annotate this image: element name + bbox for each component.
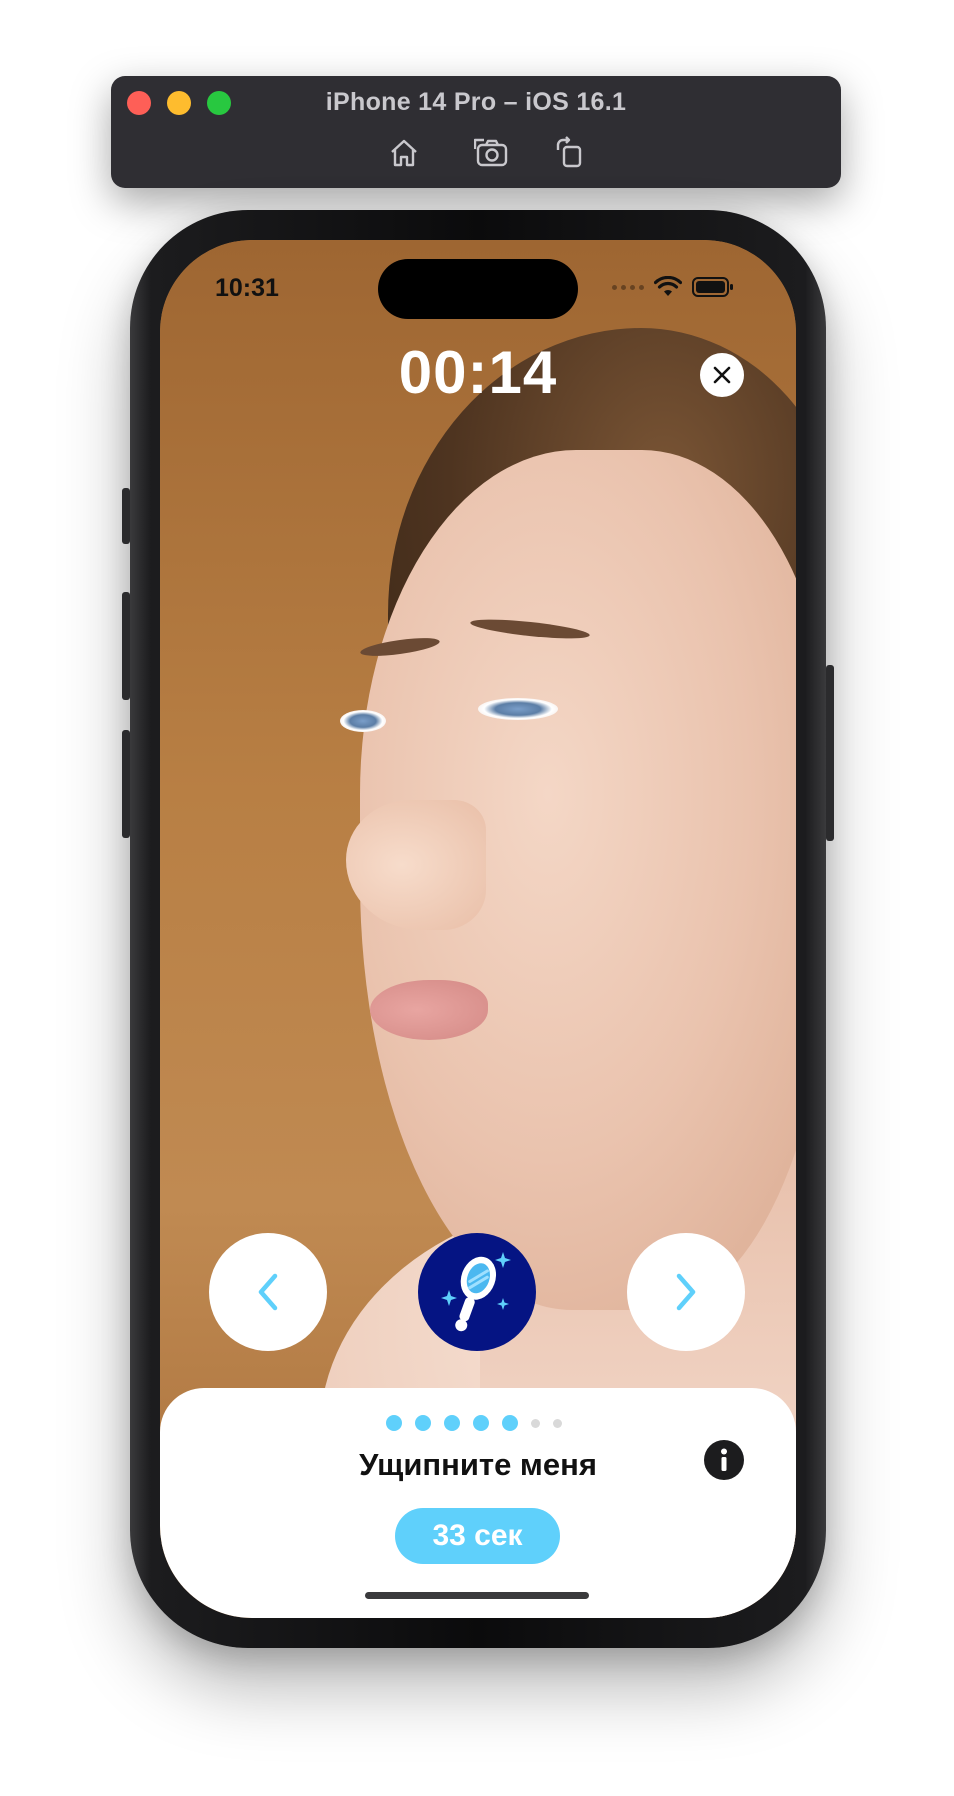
info-icon: [721, 1448, 727, 1471]
next-exercise-button[interactable]: [627, 1233, 745, 1351]
duration-badge: 33 сек: [395, 1508, 560, 1564]
progress-dots: [386, 1415, 562, 1431]
progress-dot: [531, 1418, 540, 1428]
mute-switch: [122, 488, 130, 544]
close-icon: [713, 366, 731, 384]
progress-dot: [415, 1415, 431, 1431]
home-indicator[interactable]: [365, 1592, 589, 1599]
info-button[interactable]: [704, 1440, 744, 1480]
dynamic-island: [378, 259, 578, 319]
cellular-signal-icon: [612, 284, 644, 290]
photo-eye-left: [340, 710, 386, 732]
exercise-badge: [418, 1233, 536, 1351]
volume-down-button: [122, 730, 130, 838]
power-button: [826, 665, 834, 841]
simulator-stage: iPhone 14 Pro – iOS 16.1 10:31 00:14 Ущи…: [0, 0, 954, 1796]
chevron-left-icon: [258, 1273, 278, 1311]
status-icons: [612, 276, 734, 298]
battery-icon: [692, 277, 733, 297]
progress-dot: [386, 1415, 402, 1431]
progress-dot: [444, 1415, 460, 1431]
status-time: 10:31: [215, 274, 279, 302]
photo-lips: [370, 980, 488, 1040]
simulator-title: iPhone 14 Pro – iOS 16.1: [325, 88, 627, 116]
previous-exercise-button[interactable]: [209, 1233, 327, 1351]
screenshot-icon[interactable]: [473, 136, 510, 170]
chevron-right-icon: [676, 1273, 696, 1311]
wifi-icon: [654, 276, 682, 296]
home-icon[interactable]: [386, 136, 422, 170]
exercise-title: Ущипните меня: [359, 1447, 597, 1482]
volume-up-button: [122, 592, 130, 700]
hand-mirror-sparkle-icon: [441, 1252, 511, 1332]
progress-dot: [473, 1415, 489, 1431]
photo-eye-right: [478, 698, 558, 720]
progress-dot: [502, 1415, 518, 1431]
close-button[interactable]: [700, 353, 744, 397]
progress-dot: [553, 1418, 562, 1428]
rotate-icon[interactable]: [552, 136, 588, 170]
